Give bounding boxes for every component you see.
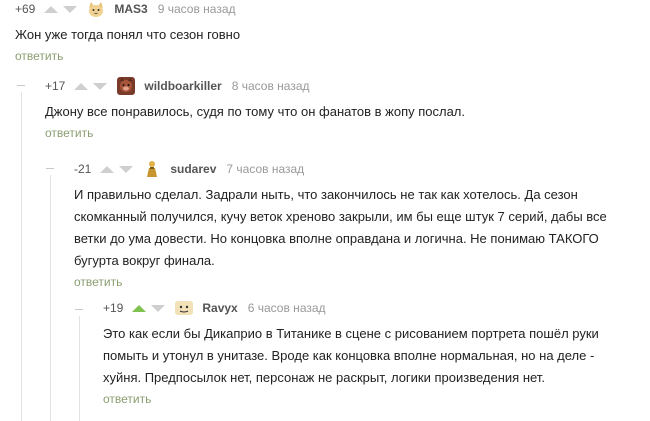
cat-face-icon[interactable]	[87, 0, 105, 18]
comment-author[interactable]: wildboarkiller	[144, 79, 221, 93]
comment-header: +69 MAS3 9 часов назад	[15, 0, 635, 18]
comment-text-line: Это как если бы Дикаприо в Титанике в сц…	[103, 326, 599, 341]
comment-text-line: скомканный получился, кучу веток хреново…	[74, 209, 607, 224]
collapse-toggle-1[interactable]	[17, 85, 25, 86]
comment-4: +19 Ravyx 6 часов назад Это как если бы …	[103, 299, 633, 406]
downvote-arrow-icon[interactable]	[119, 165, 134, 173]
comment-3: -21 sudarev 7 часов назад И правильно сд…	[74, 160, 634, 289]
face-icon[interactable]	[175, 299, 194, 317]
comment-author[interactable]: MAS3	[114, 2, 147, 16]
comment-time[interactable]: 8 часов назад	[232, 79, 310, 93]
thread-rail-3	[79, 316, 80, 421]
upvote-arrow-icon[interactable]	[100, 165, 115, 173]
comment-text: Это как если бы Дикаприо в Титанике в сц…	[103, 323, 633, 389]
comment-time[interactable]: 7 часов назад	[226, 162, 304, 176]
collapse-toggle-2[interactable]	[46, 168, 54, 169]
comment-text: И правильно сделал. Задрали ныть, что за…	[74, 184, 634, 272]
comment-2: +17 wildboarkiller 8 часов назад Джону в…	[45, 77, 635, 140]
comment-rating: -21	[74, 162, 92, 176]
comment-author[interactable]: sudarev	[170, 162, 216, 176]
comment-text-line: помыть и утонул в унитазе. Вроде как кон…	[103, 348, 595, 363]
downvote-arrow-icon[interactable]	[151, 304, 166, 312]
upvote-arrow-icon[interactable]	[132, 304, 147, 312]
figure-icon[interactable]	[143, 160, 161, 178]
reply-link[interactable]: ответить	[103, 392, 633, 406]
comment-author[interactable]: Ravyx	[202, 301, 237, 315]
comment-text-line: И правильно сделал. Задрали ныть, что за…	[74, 187, 578, 202]
comment-time[interactable]: 9 часов назад	[158, 2, 236, 16]
comment-1: +69 MAS3 9 часов назад Жон уже тогда пон…	[15, 0, 635, 63]
comment-rating: +17	[45, 79, 66, 93]
upvote-arrow-icon[interactable]	[44, 5, 59, 13]
comment-rating: +19	[103, 301, 124, 315]
comment-text-line: хуйня. Предпосылок нет, персонаж не раск…	[103, 370, 545, 385]
comment-time[interactable]: 6 часов назад	[248, 301, 326, 315]
boar-face-icon[interactable]	[117, 77, 136, 95]
reply-link[interactable]: ответить	[45, 126, 635, 140]
thread-rail-1	[21, 92, 22, 421]
downvote-arrow-icon[interactable]	[63, 5, 78, 13]
comment-rating: +69	[15, 2, 36, 16]
reply-link[interactable]: ответить	[74, 275, 634, 289]
upvote-arrow-icon[interactable]	[74, 82, 89, 90]
collapse-toggle-3[interactable]	[75, 309, 83, 310]
thread-rail-2	[50, 175, 51, 421]
comment-text: Джону все понравилось, судя по тому что …	[45, 104, 466, 119]
comment-text: Жон уже тогда понял что сезон говно	[15, 27, 241, 42]
reply-link[interactable]: ответить	[15, 49, 635, 63]
comment-text-line: бугурта вокруг финала.	[74, 253, 215, 268]
comment-text-line: ветки до ума довести. Но концовка вполне…	[74, 231, 599, 246]
comment-header: +19 Ravyx 6 часов назад	[103, 299, 633, 317]
comment-header: +17 wildboarkiller 8 часов назад	[45, 77, 635, 95]
comment-header: -21 sudarev 7 часов назад	[74, 160, 634, 178]
downvote-arrow-icon[interactable]	[93, 82, 108, 90]
